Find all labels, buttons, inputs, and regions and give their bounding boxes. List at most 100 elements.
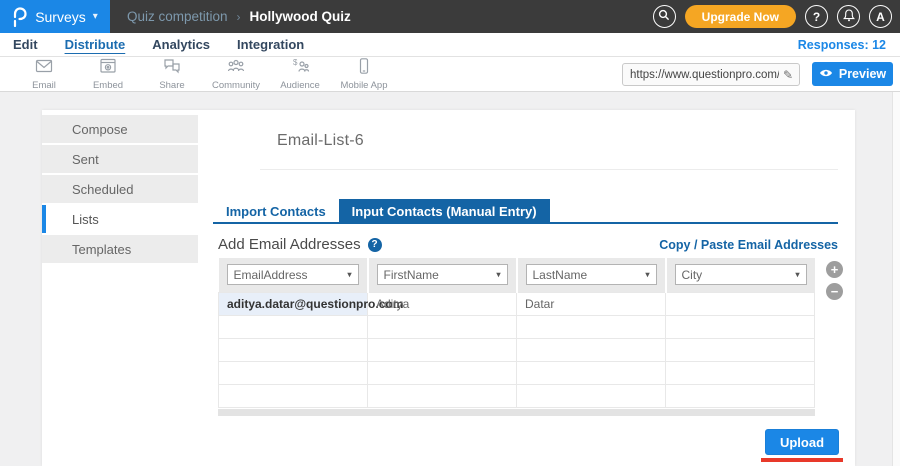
nav-analytics[interactable]: Analytics [152, 37, 210, 52]
embed-window-gear-icon [98, 58, 118, 79]
cell-lastname[interactable] [517, 338, 666, 361]
people-group-icon [226, 58, 246, 79]
contacts-table: EmailAddress ▾ FirstName ▾ LastName ▾ [218, 258, 815, 416]
breadcrumb-current: Hollywood Quiz [250, 9, 351, 24]
channel-audience[interactable]: $ Audience [268, 58, 332, 91]
table-row [219, 315, 815, 338]
cell-email[interactable] [219, 361, 368, 384]
channel-mobile-app-label: Mobile App [340, 80, 387, 91]
sidebar-item-label: Compose [72, 122, 128, 137]
svg-text:$: $ [293, 58, 298, 67]
pencil-icon[interactable]: ✎ [783, 68, 799, 82]
cell-firstname[interactable] [368, 315, 517, 338]
cell-lastname[interactable]: Datar [517, 292, 666, 315]
cell-city[interactable] [666, 315, 815, 338]
chevron-down-icon: ▾ [795, 270, 799, 279]
page-scrollbar[interactable] [892, 92, 900, 466]
contacts-tabs: Import Contacts Input Contacts (Manual E… [213, 199, 550, 224]
header-actions: Upgrade Now ? A [653, 0, 892, 33]
cell-lastname[interactable] [517, 361, 666, 384]
table-row [219, 361, 815, 384]
product-menu[interactable]: Surveys ▾ [0, 0, 110, 33]
nav-integration[interactable]: Integration [237, 37, 304, 52]
channel-audience-label: Audience [280, 80, 320, 91]
chevron-down-icon: ▾ [496, 270, 500, 279]
sidebar-item-sent[interactable]: Sent [42, 145, 198, 173]
channel-community[interactable]: Community [204, 58, 268, 91]
sidebar-item-label: Sent [72, 152, 99, 167]
nav-distribute[interactable]: Distribute [65, 37, 126, 52]
avatar[interactable]: A [869, 5, 892, 28]
responses-count[interactable]: Responses: 12 [798, 38, 886, 52]
column-select-email[interactable]: EmailAddress ▾ [227, 264, 359, 285]
sidebar-item-label: Scheduled [72, 182, 133, 197]
notifications-button[interactable] [837, 5, 860, 28]
cell-firstname[interactable] [368, 361, 517, 384]
eye-icon [819, 67, 833, 81]
cell-city[interactable] [666, 292, 815, 315]
column-select-firstname[interactable]: FirstName ▾ [377, 264, 508, 285]
chevron-down-icon: ▾ [645, 270, 649, 279]
channel-share[interactable]: Share [140, 58, 204, 91]
cell-city[interactable] [666, 361, 815, 384]
column-select-city[interactable]: City ▾ [675, 264, 807, 285]
cell-firstname[interactable]: Aditya [368, 292, 517, 315]
cell-firstname[interactable] [368, 338, 517, 361]
chevron-down-icon: ▾ [347, 270, 351, 279]
title-divider [260, 169, 838, 170]
search-button[interactable] [653, 5, 676, 28]
chevron-down-icon: ▾ [93, 12, 98, 22]
top-header-bar: Surveys ▾ Quiz competition › Hollywood Q… [0, 0, 900, 33]
column-select-label: LastName [533, 268, 646, 282]
add-column-button[interactable]: + [826, 261, 843, 278]
sidebar-item-lists[interactable]: Lists [42, 205, 198, 233]
sidebar-item-templates[interactable]: Templates [42, 235, 198, 263]
help-button[interactable]: ? [805, 5, 828, 28]
upload-button[interactable]: Upload [765, 429, 839, 455]
cell-email[interactable]: aditya.datar@questionpro.com [219, 292, 368, 315]
survey-url-input[interactable] [623, 69, 783, 81]
table-horizontal-scrollbar[interactable] [218, 409, 815, 416]
breadcrumb: Quiz competition › Hollywood Quiz [127, 9, 351, 24]
cell-email[interactable] [219, 384, 368, 407]
channel-mobile-app[interactable]: Mobile App [332, 58, 396, 91]
upgrade-now-button[interactable]: Upgrade Now [685, 5, 796, 28]
sidebar-item-scheduled[interactable]: Scheduled [42, 175, 198, 203]
cell-email[interactable] [219, 315, 368, 338]
section-heading: Add Email Addresses [218, 236, 361, 253]
cell-lastname[interactable] [517, 315, 666, 338]
channel-community-label: Community [212, 80, 260, 91]
bell-icon [843, 9, 855, 25]
channel-embed[interactable]: Embed [76, 58, 140, 91]
copy-paste-emails-link[interactable]: Copy / Paste Email Addresses [659, 238, 838, 252]
nav-edit[interactable]: Edit [13, 37, 38, 52]
survey-url-box: ✎ [622, 63, 800, 86]
help-tooltip-icon[interactable]: ? [368, 238, 382, 252]
product-menu-label: Surveys [35, 9, 86, 25]
cell-lastname[interactable] [517, 384, 666, 407]
sidebar-item-label: Templates [72, 242, 131, 257]
table-row [219, 338, 815, 361]
distribute-toolbar: Email Embed Share [0, 57, 900, 92]
cell-city[interactable] [666, 338, 815, 361]
sidebar-item-label: Lists [72, 212, 99, 227]
column-select-label: EmailAddress [234, 268, 348, 282]
row-controls: + − [826, 261, 843, 300]
table-row: aditya.datar@questionpro.com Aditya Data… [219, 292, 815, 315]
channel-share-label: Share [159, 80, 184, 91]
channel-email[interactable]: Email [12, 58, 76, 91]
remove-column-button[interactable]: − [826, 283, 843, 300]
preview-button[interactable]: Preview [812, 62, 893, 86]
email-lists-panel: Compose Sent Scheduled Lists Templates E… [42, 110, 855, 466]
cell-city[interactable] [666, 384, 815, 407]
search-icon [658, 9, 670, 24]
sidebar-item-compose[interactable]: Compose [42, 115, 198, 143]
cell-email[interactable] [219, 338, 368, 361]
tabs-underline [213, 222, 838, 224]
cell-firstname[interactable] [368, 384, 517, 407]
breadcrumb-parent[interactable]: Quiz competition [127, 9, 228, 24]
column-select-lastname[interactable]: LastName ▾ [526, 264, 657, 285]
tab-import-contacts[interactable]: Import Contacts [213, 199, 339, 224]
email-sidebar: Compose Sent Scheduled Lists Templates [42, 110, 198, 466]
tab-input-contacts-manual[interactable]: Input Contacts (Manual Entry) [339, 199, 550, 224]
